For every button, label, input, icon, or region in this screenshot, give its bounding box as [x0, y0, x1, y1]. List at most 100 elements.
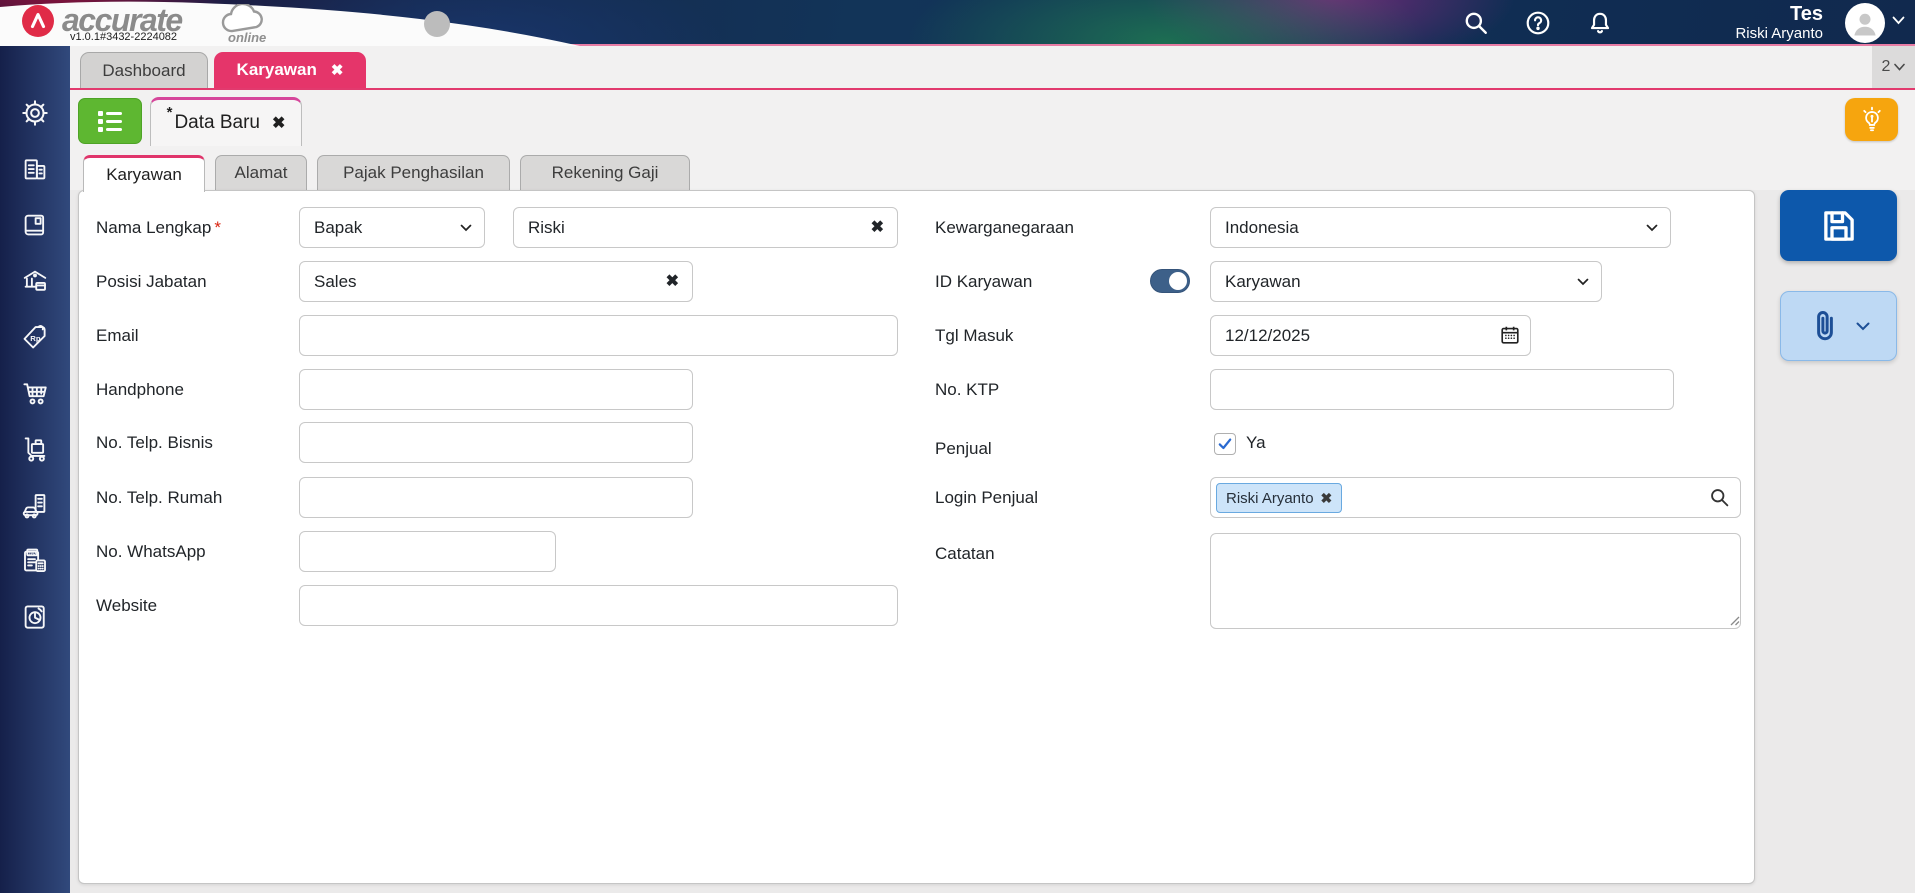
report-pie-icon[interactable] [20, 602, 50, 632]
toggle-knob [1169, 272, 1187, 290]
tips-button[interactable] [1845, 98, 1898, 141]
email-input[interactable] [299, 315, 898, 356]
inventory-trolley-icon[interactable] [20, 434, 50, 464]
tgl-masuk-input[interactable] [1210, 315, 1531, 356]
avatar[interactable] [1845, 3, 1885, 43]
chevron-down-icon [1577, 278, 1589, 286]
company-buildings-icon[interactable] [20, 154, 50, 184]
whatsapp-input[interactable] [299, 531, 556, 572]
no-ktp-label: No. KTP [935, 380, 1000, 399]
accurate-logo-icon[interactable] [22, 5, 54, 37]
handphone-label: Handphone [96, 380, 184, 399]
version-label: v1.0.1#3432-2224082 [70, 31, 178, 43]
tgl-masuk-label: Tgl Masuk [935, 326, 1014, 345]
tgl-masuk-field-wrap [1210, 315, 1531, 356]
tab-data-baru-close-icon[interactable]: ✖ [272, 113, 285, 133]
tab-karyawan-close-icon[interactable]: ✖ [331, 61, 344, 79]
tab-dashboard[interactable]: Dashboard [80, 52, 208, 88]
tab-data-baru-label: Data Baru [174, 112, 260, 133]
check-icon [1218, 438, 1232, 450]
tab-data-baru[interactable]: * Data Baru ✖ [150, 97, 302, 146]
nama-lengkap-input[interactable] [513, 207, 898, 248]
form-tab-pajak-label: Pajak Penghasilan [343, 163, 484, 182]
telp-rumah-label: No. Telp. Rumah [96, 488, 223, 507]
id-karyawan-label: ID Karyawan [935, 272, 1033, 291]
required-asterisk: * [214, 218, 221, 237]
catatan-textarea[interactable] [1210, 533, 1741, 629]
nama-lengkap-label: Nama Lengkap * [96, 218, 221, 237]
unsaved-marker: * [166, 104, 173, 121]
telp-bisnis-input[interactable] [299, 422, 693, 463]
chevron-down-icon [460, 224, 472, 232]
counter-chevron-icon [1894, 63, 1906, 71]
id-karyawan-value: Karyawan [1225, 271, 1301, 291]
tabbar-divider [70, 88, 1915, 90]
penjual-checkbox-label[interactable]: Ya [1246, 427, 1266, 459]
id-karyawan-select[interactable]: Karyawan [1210, 261, 1602, 302]
tab-karyawan-label: Karyawan [236, 60, 317, 79]
kewarganegaraan-value: Indonesia [1225, 217, 1299, 237]
login-penjual-label: Login Penjual [935, 488, 1039, 507]
login-penjual-chip-text: Riski Aryanto [1226, 489, 1314, 507]
form-tab-rekening-gaji[interactable]: Rekening Gaji [520, 155, 690, 190]
posisi-jabatan-clear-icon[interactable]: ✖ [666, 271, 679, 291]
tab-karyawan[interactable]: Karyawan ✖ [214, 52, 366, 88]
whatsapp-label: No. WhatsApp [96, 542, 206, 561]
website-input[interactable] [299, 585, 898, 626]
decorative-dot [424, 11, 450, 37]
handphone-input[interactable] [299, 369, 693, 410]
no-ktp-input[interactable] [1210, 369, 1674, 410]
notifications-bell-icon[interactable] [1587, 10, 1613, 36]
sidebar-nav: Rp TAX [0, 46, 70, 893]
tax-document-icon[interactable]: TAX [20, 546, 50, 576]
brand-online-label: online [228, 30, 267, 45]
user-menu-chevron-icon[interactable] [1892, 16, 1905, 25]
catatan-label: Catatan [935, 544, 995, 563]
sales-rp-tag-icon[interactable]: Rp [20, 322, 50, 352]
form-tab-alamat[interactable]: Alamat [215, 155, 307, 190]
user-name: Tes [1790, 3, 1823, 25]
form-tab-rekening-label: Rekening Gaji [551, 163, 659, 182]
lightbulb-icon [1862, 106, 1881, 131]
salutation-value: Bapak [314, 217, 363, 237]
svg-text:TAX: TAX [29, 550, 38, 555]
telp-bisnis-label: No. Telp. Bisnis [96, 433, 213, 452]
kewarganegaraan-label: Kewarganegaraan [935, 218, 1074, 237]
form-tab-karyawan[interactable]: Karyawan [83, 155, 205, 192]
asset-building-car-icon[interactable] [20, 490, 50, 520]
id-karyawan-toggle[interactable] [1150, 269, 1190, 293]
kewarganegaraan-select[interactable]: Indonesia [1210, 207, 1671, 248]
penjual-checkbox[interactable] [1214, 433, 1236, 455]
record-list-button[interactable] [78, 98, 142, 144]
login-penjual-chip-remove-icon[interactable]: ✖ [1321, 490, 1333, 507]
open-tabs-counter[interactable]: 2 [1872, 46, 1915, 88]
purchase-cart-icon[interactable] [20, 378, 50, 408]
nama-lengkap-field-wrap: ✖ [513, 207, 898, 248]
email-label: Email [96, 326, 139, 345]
employee-form-panel: Nama Lengkap * Posisi Jabatan Email Handp… [78, 190, 1755, 884]
salutation-select[interactable]: Bapak [299, 207, 485, 248]
posisi-jabatan-label: Posisi Jabatan [96, 272, 207, 291]
attachment-chevron-icon[interactable] [1856, 322, 1870, 331]
search-icon[interactable] [1463, 10, 1489, 36]
penjual-label: Penjual [935, 439, 992, 458]
form-tab-pajak-penghasilan[interactable]: Pajak Penghasilan [317, 155, 510, 190]
form-tab-alamat-label: Alamat [234, 163, 288, 182]
calendar-icon[interactable] [1499, 324, 1521, 346]
posisi-jabatan-input[interactable] [299, 261, 693, 302]
login-penjual-search-icon[interactable] [1709, 487, 1730, 508]
save-button[interactable] [1780, 190, 1897, 261]
nama-lengkap-clear-icon[interactable]: ✖ [871, 217, 884, 237]
telp-rumah-input[interactable] [299, 477, 693, 518]
settings-gear-icon[interactable] [20, 98, 50, 128]
bank-icon[interactable] [20, 266, 50, 296]
user-info[interactable]: Tes Riski Aryanto [1735, 3, 1823, 42]
svg-text:Rp: Rp [30, 334, 41, 343]
ledger-book-icon[interactable] [20, 210, 50, 240]
login-penjual-chip: Riski Aryanto ✖ [1216, 483, 1343, 513]
help-icon[interactable] [1525, 10, 1551, 36]
posisi-jabatan-field-wrap: ✖ [299, 261, 693, 302]
form-tab-karyawan-label: Karyawan [106, 165, 182, 184]
attachment-button[interactable] [1780, 291, 1897, 361]
login-penjual-field[interactable]: Riski Aryanto ✖ [1210, 477, 1741, 518]
